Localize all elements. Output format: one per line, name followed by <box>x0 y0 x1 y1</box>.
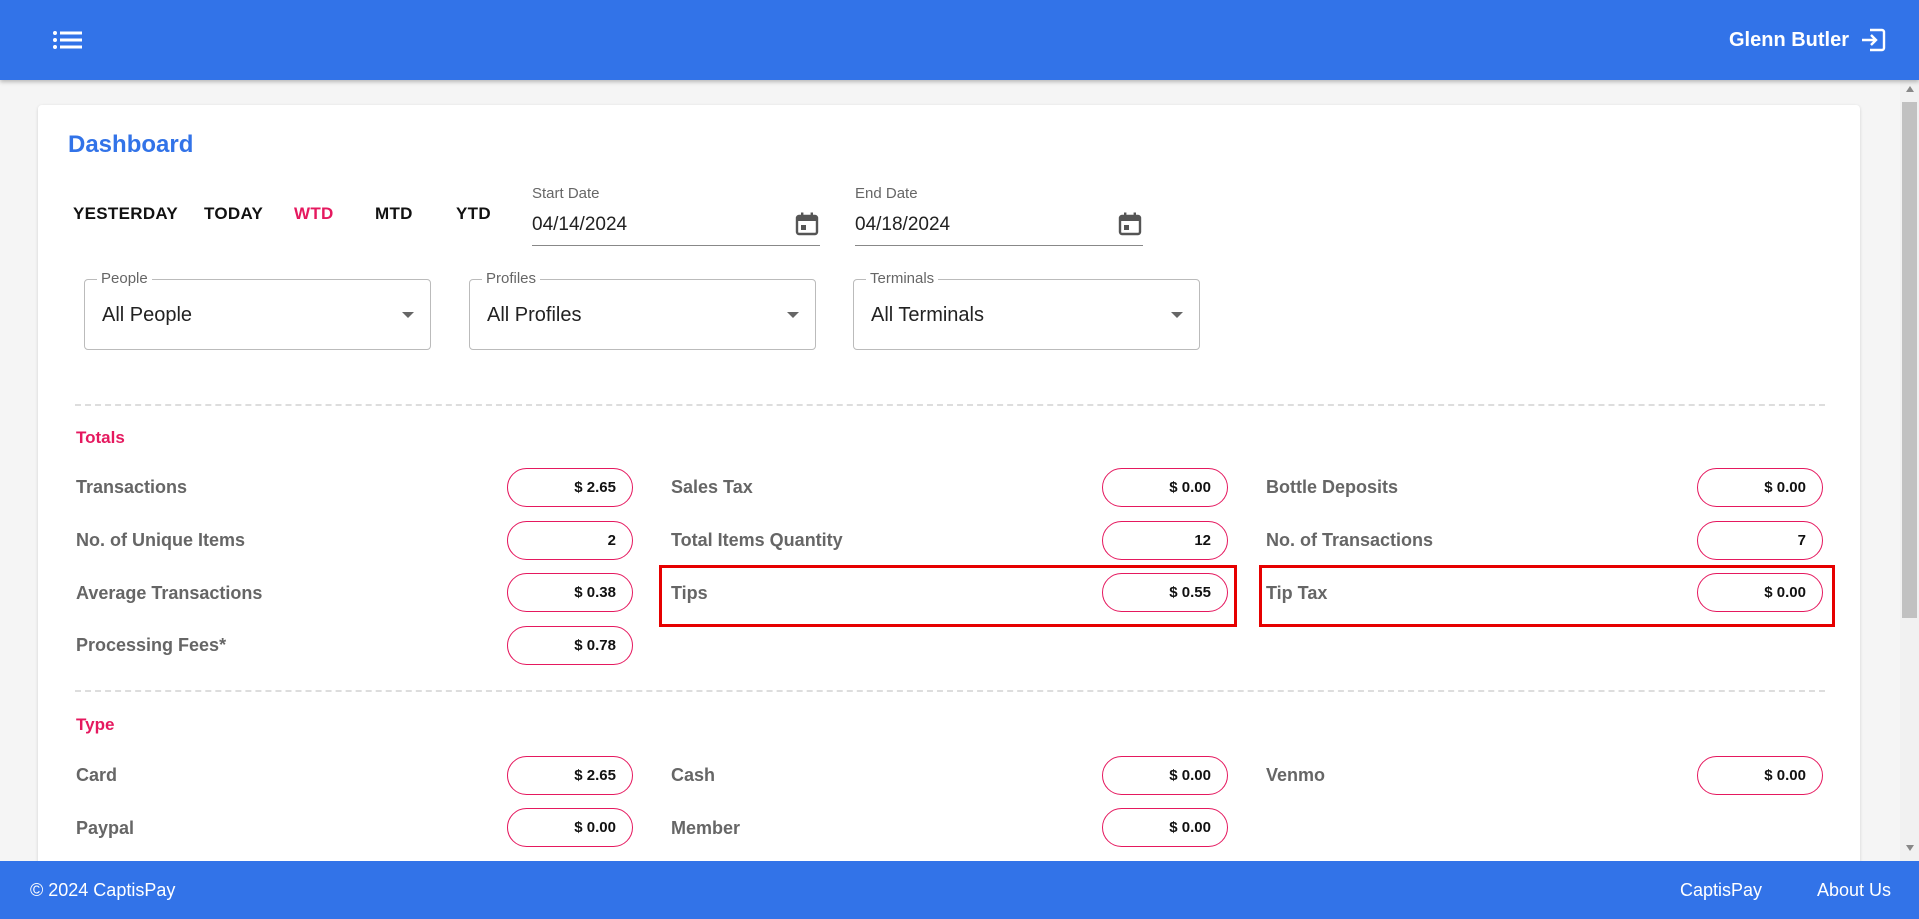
stat-value-processing-fees: $ 0.78 <box>507 626 633 665</box>
scroll-down-arrow-icon[interactable] <box>1906 845 1914 851</box>
start-date-value[interactable]: 04/14/2024 <box>532 214 627 236</box>
people-select[interactable]: People All People <box>84 270 431 350</box>
stat-label-total-items-quantity: Total Items Quantity <box>671 530 843 550</box>
terminals-select-label: Terminals <box>866 270 939 287</box>
stat-value-average-transactions: $ 0.38 <box>507 573 633 612</box>
end-date-field[interactable]: End Date 04/18/2024 <box>855 182 1143 246</box>
footer-copyright: © 2024 CaptisPay <box>30 880 176 900</box>
stat-label-member: Member <box>671 818 741 838</box>
footer: © 2024 CaptisPay CaptisPay About Us <box>0 861 1919 919</box>
stat-label-paypal: Paypal <box>76 818 135 838</box>
stat-value-member: $ 0.00 <box>1102 808 1228 847</box>
footer-link-captispay[interactable]: CaptisPay <box>1680 880 1762 901</box>
end-date-label: End Date <box>855 185 918 202</box>
range-wtd-button[interactable]: WTD <box>294 204 334 224</box>
stat-value-total-items-quantity: 12 <box>1102 521 1228 560</box>
stat-value-paypal: $ 0.00 <box>507 808 633 847</box>
list-menu-icon[interactable] <box>50 26 90 54</box>
stat-value-sales-tax: $ 0.00 <box>1102 468 1228 507</box>
range-mtd-button[interactable]: MTD <box>375 204 413 224</box>
stat-value-card: $ 2.65 <box>507 756 633 795</box>
section-divider <box>75 690 1825 692</box>
start-date-field[interactable]: Start Date 04/14/2024 <box>532 182 820 246</box>
stat-label-average-transactions: Average Transactions <box>76 583 263 603</box>
profiles-select-label: Profiles <box>482 270 541 287</box>
stat-label-card: Card <box>76 765 118 785</box>
stat-value-no-of-transactions: 7 <box>1697 521 1823 560</box>
stat-value-unique-items: 2 <box>507 521 633 560</box>
calendar-icon[interactable] <box>794 211 820 237</box>
page-title: Dashboard <box>68 131 194 158</box>
stat-label-unique-items: No. of Unique Items <box>76 530 246 550</box>
stat-value-cash: $ 0.00 <box>1102 756 1228 795</box>
user-name: Glenn Butler <box>1728 28 1849 51</box>
stat-label-no-of-transactions: No. of Transactions <box>1266 530 1434 550</box>
stat-label-bottle-deposits: Bottle Deposits <box>1266 477 1399 497</box>
dropdown-arrow-icon[interactable] <box>402 312 414 318</box>
section-divider <box>75 404 1825 406</box>
stat-label-sales-tax: Sales Tax <box>671 477 753 497</box>
top-app-bar: Glenn Butler <box>0 0 1919 80</box>
type-section-title: Type <box>76 715 115 734</box>
stat-label-venmo: Venmo <box>1266 765 1326 785</box>
scrollbar-thumb[interactable] <box>1902 102 1917 618</box>
tip-tax-highlight-box <box>1259 565 1835 627</box>
tips-highlight-box <box>659 565 1237 627</box>
end-date-value[interactable]: 04/18/2024 <box>855 214 950 236</box>
range-yesterday-button[interactable]: YESTERDAY <box>73 204 178 224</box>
profiles-select-value: All Profiles <box>487 304 582 326</box>
start-date-label: Start Date <box>532 185 600 202</box>
dropdown-arrow-icon[interactable] <box>787 312 799 318</box>
logout-icon[interactable] <box>1859 26 1887 54</box>
stat-value-bottle-deposits: $ 0.00 <box>1697 468 1823 507</box>
footer-link-about-us[interactable]: About Us <box>1817 880 1891 901</box>
terminals-select[interactable]: Terminals All Terminals <box>853 270 1200 350</box>
stat-value-venmo: $ 0.00 <box>1697 756 1823 795</box>
terminals-select-value: All Terminals <box>871 304 984 326</box>
stat-label-processing-fees: Processing Fees* <box>76 635 227 655</box>
range-ytd-button[interactable]: YTD <box>456 204 491 224</box>
stat-value-transactions: $ 2.65 <box>507 468 633 507</box>
user-menu[interactable]: Glenn Butler <box>1729 26 1887 54</box>
profiles-select[interactable]: Profiles All Profiles <box>469 270 816 350</box>
stat-label-transactions: Transactions <box>76 477 188 497</box>
dropdown-arrow-icon[interactable] <box>1171 312 1183 318</box>
people-select-value: All People <box>102 304 193 326</box>
people-select-label: People <box>97 270 152 287</box>
calendar-icon[interactable] <box>1117 211 1143 237</box>
range-today-button[interactable]: TODAY <box>204 204 263 224</box>
scroll-up-arrow-icon[interactable] <box>1906 86 1914 92</box>
stat-label-cash: Cash <box>671 765 716 785</box>
totals-section-title: Totals <box>76 428 125 447</box>
